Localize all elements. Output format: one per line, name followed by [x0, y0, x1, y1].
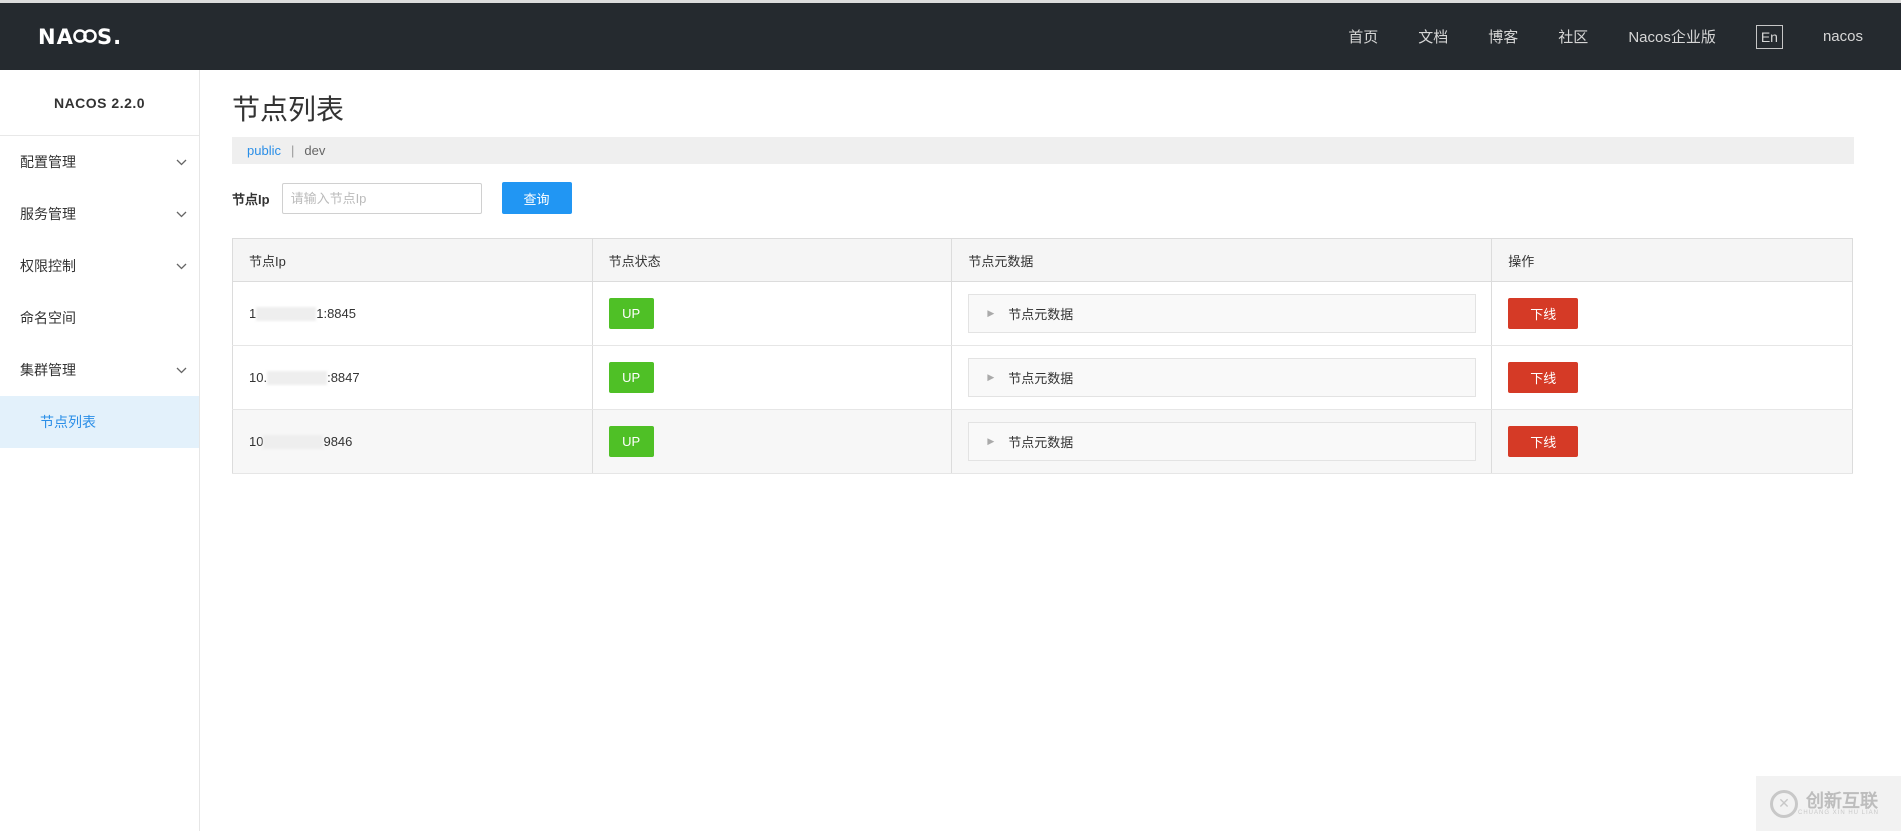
- sidebar-item-namespace[interactable]: 命名空间: [0, 292, 199, 344]
- node-ip-prefix: 10.: [249, 369, 268, 385]
- node-metadata-cell: ▶ 节点元数据: [951, 409, 1492, 474]
- namespace-bar: public | dev: [232, 137, 1854, 164]
- chevron-down-icon: [175, 156, 187, 168]
- language-toggle-button[interactable]: En: [1755, 24, 1783, 49]
- chevron-down-icon: [175, 208, 187, 220]
- caret-right-icon: ▶: [987, 308, 995, 318]
- table-row: 10. :8847 UP ▶ 节点元数据 下线: [232, 345, 1853, 410]
- chevron-down-icon: [175, 364, 187, 376]
- status-badge: UP: [608, 362, 654, 393]
- nacos-logo-icon: NA S.: [38, 25, 120, 49]
- column-header-node-metadata: 节点元数据: [951, 238, 1492, 282]
- ip-redaction: [256, 307, 317, 322]
- actions-cell: 下线: [1491, 281, 1853, 346]
- watermark-text-group: 创新互联 CHUANG XIN HU LIAN: [1798, 792, 1879, 816]
- sidebar-item-cluster-management[interactable]: 集群管理: [0, 344, 199, 396]
- node-table: 节点Ip 节点状态 节点元数据 操作 1 1:8845 UP ▶ 节点元数据 下…: [232, 238, 1853, 474]
- metadata-expander[interactable]: ▶ 节点元数据: [968, 422, 1477, 461]
- nav-home[interactable]: 首页: [1348, 26, 1378, 47]
- page-title: 节点列表: [232, 94, 345, 125]
- metadata-label: 节点元数据: [1008, 307, 1074, 322]
- ip-redaction: [267, 371, 328, 386]
- svg-text:NA: NA: [38, 25, 74, 49]
- node-status-cell: UP: [591, 281, 952, 346]
- status-badge: UP: [608, 298, 654, 329]
- node-ip-cell: 10. :8847: [232, 345, 593, 410]
- node-metadata-cell: ▶ 节点元数据: [951, 345, 1492, 410]
- sidebar-item-label: 集群管理: [20, 362, 76, 378]
- node-metadata-cell: ▶ 节点元数据: [951, 281, 1492, 346]
- sidebar-item-config-management[interactable]: 配置管理: [0, 136, 199, 188]
- column-header-node-status: 节点状态: [591, 238, 952, 282]
- watermark-text: 创新互联: [1806, 790, 1878, 811]
- query-button[interactable]: 查询: [501, 182, 572, 214]
- top-header: NA S. 首页 文档 博客 社区 Nacos企业版 En nacos: [0, 0, 1901, 70]
- sidebar-item-label: 命名空间: [20, 310, 76, 326]
- node-ip-cell: 10 9846: [232, 409, 593, 474]
- table-header-row: 节点Ip 节点状态 节点元数据 操作: [232, 238, 1853, 282]
- metadata-label: 节点元数据: [1008, 435, 1074, 450]
- svg-text:S.: S.: [97, 25, 120, 49]
- sidebar-item-service-management[interactable]: 服务管理: [0, 188, 199, 240]
- nav-community[interactable]: 社区: [1558, 26, 1588, 47]
- sidebar-item-node-list[interactable]: 节点列表: [0, 396, 199, 448]
- offline-button[interactable]: 下线: [1508, 362, 1579, 393]
- nav-enterprise[interactable]: Nacos企业版: [1628, 26, 1716, 47]
- ip-redaction: [263, 435, 324, 450]
- actions-cell: 下线: [1491, 345, 1853, 410]
- namespace-separator: |: [290, 143, 295, 158]
- offline-button[interactable]: 下线: [1508, 426, 1579, 457]
- search-form: 节点Ip 查询: [232, 182, 1854, 214]
- search-label: 节点Ip: [232, 191, 270, 207]
- sidebar-item-label: 权限控制: [20, 258, 76, 274]
- sidebar-item-label: 服务管理: [20, 206, 76, 222]
- top-nav: 首页 文档 博客 社区 Nacos企业版 En nacos: [1308, 3, 1863, 70]
- sidebar: NACOS 2.2.0 配置管理 服务管理 权限控制 命名空间 集群管理 节点列…: [0, 70, 200, 831]
- watermark-subtext: CHUANG XIN HU LIAN: [1798, 809, 1880, 816]
- node-ip-suffix: 1:8845: [316, 305, 356, 321]
- node-ip-prefix: 10: [249, 433, 264, 449]
- nav-blog[interactable]: 博客: [1488, 26, 1518, 47]
- main-content: 节点列表 public | dev 节点Ip 查询 节点Ip 节点状态 节点元数…: [232, 70, 1854, 474]
- node-ip-suffix: :8847: [327, 369, 360, 385]
- caret-right-icon: ▶: [987, 372, 995, 382]
- version-label: NACOS 2.2.0: [0, 70, 199, 136]
- status-badge: UP: [608, 426, 654, 457]
- node-ip-cell: 1 1:8845: [232, 281, 593, 346]
- column-header-node-ip: 节点Ip: [232, 238, 593, 282]
- chevron-down-icon: [175, 260, 187, 272]
- table-row: 10 9846 UP ▶ 节点元数据 下线: [232, 409, 1853, 474]
- caret-right-icon: ▶: [987, 436, 995, 446]
- sidebar-item-label: 配置管理: [20, 154, 76, 170]
- watermark: ✕ 创新互联 CHUANG XIN HU LIAN: [1756, 776, 1901, 831]
- node-ip-suffix: 9846: [323, 433, 353, 449]
- offline-button[interactable]: 下线: [1508, 298, 1579, 329]
- table-row: 1 1:8845 UP ▶ 节点元数据 下线: [232, 281, 1853, 346]
- node-status-cell: UP: [591, 409, 952, 474]
- column-header-actions: 操作: [1491, 238, 1853, 282]
- metadata-expander[interactable]: ▶ 节点元数据: [968, 358, 1477, 397]
- metadata-label: 节点元数据: [1008, 371, 1074, 386]
- node-ip-prefix: 1: [249, 305, 257, 321]
- sidebar-item-access-control[interactable]: 权限控制: [0, 240, 199, 292]
- metadata-expander[interactable]: ▶ 节点元数据: [968, 294, 1477, 333]
- actions-cell: 下线: [1491, 409, 1853, 474]
- nacos-logo[interactable]: NA S.: [38, 23, 120, 49]
- user-menu[interactable]: nacos: [1823, 28, 1863, 45]
- nav-docs[interactable]: 文档: [1418, 26, 1448, 47]
- watermark-logo-icon: ✕: [1770, 789, 1798, 818]
- node-ip-search-input[interactable]: [281, 182, 482, 214]
- namespace-dev[interactable]: dev: [304, 143, 325, 158]
- sidebar-item-label: 节点列表: [40, 414, 96, 430]
- namespace-public[interactable]: public: [247, 143, 281, 158]
- node-status-cell: UP: [591, 345, 952, 410]
